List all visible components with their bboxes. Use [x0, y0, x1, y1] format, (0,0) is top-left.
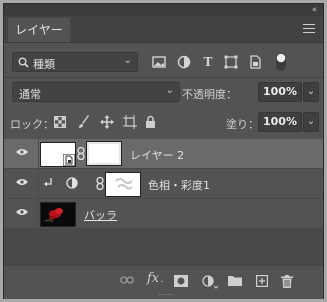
filter-kind-select[interactable]: 種類 ⌄	[12, 52, 138, 72]
lock-position-icon[interactable]	[100, 115, 114, 129]
visibility-toggle[interactable]	[4, 169, 39, 198]
hamburger-menu-icon[interactable]	[303, 24, 315, 36]
fill-input[interactable]: 100%	[258, 112, 302, 132]
opacity-dropdown-button[interactable]: ⌄	[303, 82, 319, 102]
tab-layers[interactable]: レイヤー	[8, 18, 70, 42]
mask-link-icon[interactable]	[77, 147, 85, 160]
smart-object-badge-icon	[63, 154, 75, 166]
fx-icon[interactable]: fx⌄	[147, 272, 164, 288]
blend-row: 通常 ⌄ 不透明度： 100% ⌄	[4, 82, 323, 102]
blend-mode-select[interactable]: 通常 ⌄	[12, 82, 180, 102]
layer-row[interactable]: 色相・彩度1	[4, 169, 323, 198]
layer-mask-thumbnail[interactable]	[86, 141, 122, 166]
layer-thumbnail[interactable]	[40, 202, 76, 227]
add-mask-icon[interactable]	[174, 275, 188, 287]
layer-name[interactable]: レイヤー 2	[130, 147, 184, 163]
opacity-input[interactable]: 100%	[258, 82, 302, 102]
visibility-toggle[interactable]	[4, 139, 39, 168]
link-layers-icon[interactable]	[120, 275, 134, 285]
lock-label: ロック：	[10, 118, 54, 131]
new-adjustment-icon[interactable]	[202, 275, 218, 289]
fill-label: 塗り：	[226, 118, 259, 131]
filter-kind-label: 種類	[33, 58, 55, 71]
chevron-down-icon: ⌄	[165, 85, 174, 96]
rose-image	[44, 208, 63, 223]
panel-footer: fx⌄	[4, 265, 323, 299]
clipping-arrow-icon	[44, 178, 52, 187]
blend-mode-value: 通常	[19, 88, 41, 101]
layer-row[interactable]: レイヤー 2	[4, 139, 323, 168]
mask-pattern	[115, 178, 133, 190]
filter-toggle-icon[interactable]	[275, 52, 287, 72]
chevron-down-icon: ⌄	[123, 55, 132, 66]
filter-row: 種類 ⌄ T	[4, 52, 323, 72]
divider	[4, 77, 323, 78]
type-filter-icon[interactable]: T	[200, 54, 216, 70]
layer-name[interactable]: バッラ	[84, 207, 117, 223]
layer-row[interactable]: バッラ	[4, 199, 323, 228]
eye-icon	[16, 179, 28, 185]
lock-transparent-icon[interactable]	[54, 116, 66, 128]
lock-image-icon[interactable]	[78, 115, 91, 129]
lock-all-icon[interactable]	[145, 115, 156, 128]
layer-list: レイヤー 2 色相・彩度1 バッラ	[4, 139, 323, 265]
smart-object-filter-icon[interactable]	[247, 54, 263, 70]
visibility-toggle[interactable]	[4, 199, 39, 228]
lock-artboard-icon[interactable]	[123, 115, 137, 129]
layer-mask-thumbnail[interactable]	[105, 172, 141, 197]
eye-icon	[16, 209, 28, 215]
eye-icon	[16, 149, 28, 155]
layers-panel: ‹‹ レイヤー 種類 ⌄ T 通常 ⌄ 不透明度： 100% ⌄ ロック： 塗り…	[3, 3, 324, 299]
image-filter-icon[interactable]	[151, 54, 167, 70]
resize-grip[interactable]	[159, 294, 173, 299]
search-icon	[18, 57, 29, 68]
layer-thumbnail[interactable]	[40, 142, 76, 167]
panel-tab-bar: レイヤー	[4, 16, 323, 43]
shape-filter-icon[interactable]	[223, 54, 239, 70]
opacity-label: 不透明度：	[182, 88, 237, 101]
new-group-icon[interactable]	[228, 275, 242, 286]
new-layer-icon[interactable]	[256, 275, 268, 287]
panel-top-strip: ‹‹	[4, 4, 323, 16]
layer-name[interactable]: 色相・彩度1	[148, 177, 210, 193]
adjustment-filter-icon[interactable]	[176, 54, 192, 70]
mask-link-icon[interactable]	[96, 177, 104, 190]
collapse-panel-icon[interactable]: ‹‹	[312, 4, 317, 16]
trash-icon[interactable]	[281, 275, 293, 288]
fill-dropdown-button[interactable]: ⌄	[303, 112, 319, 132]
hue-saturation-icon[interactable]	[66, 177, 78, 189]
lock-row: ロック： 塗り： 100% ⌄	[4, 112, 323, 132]
